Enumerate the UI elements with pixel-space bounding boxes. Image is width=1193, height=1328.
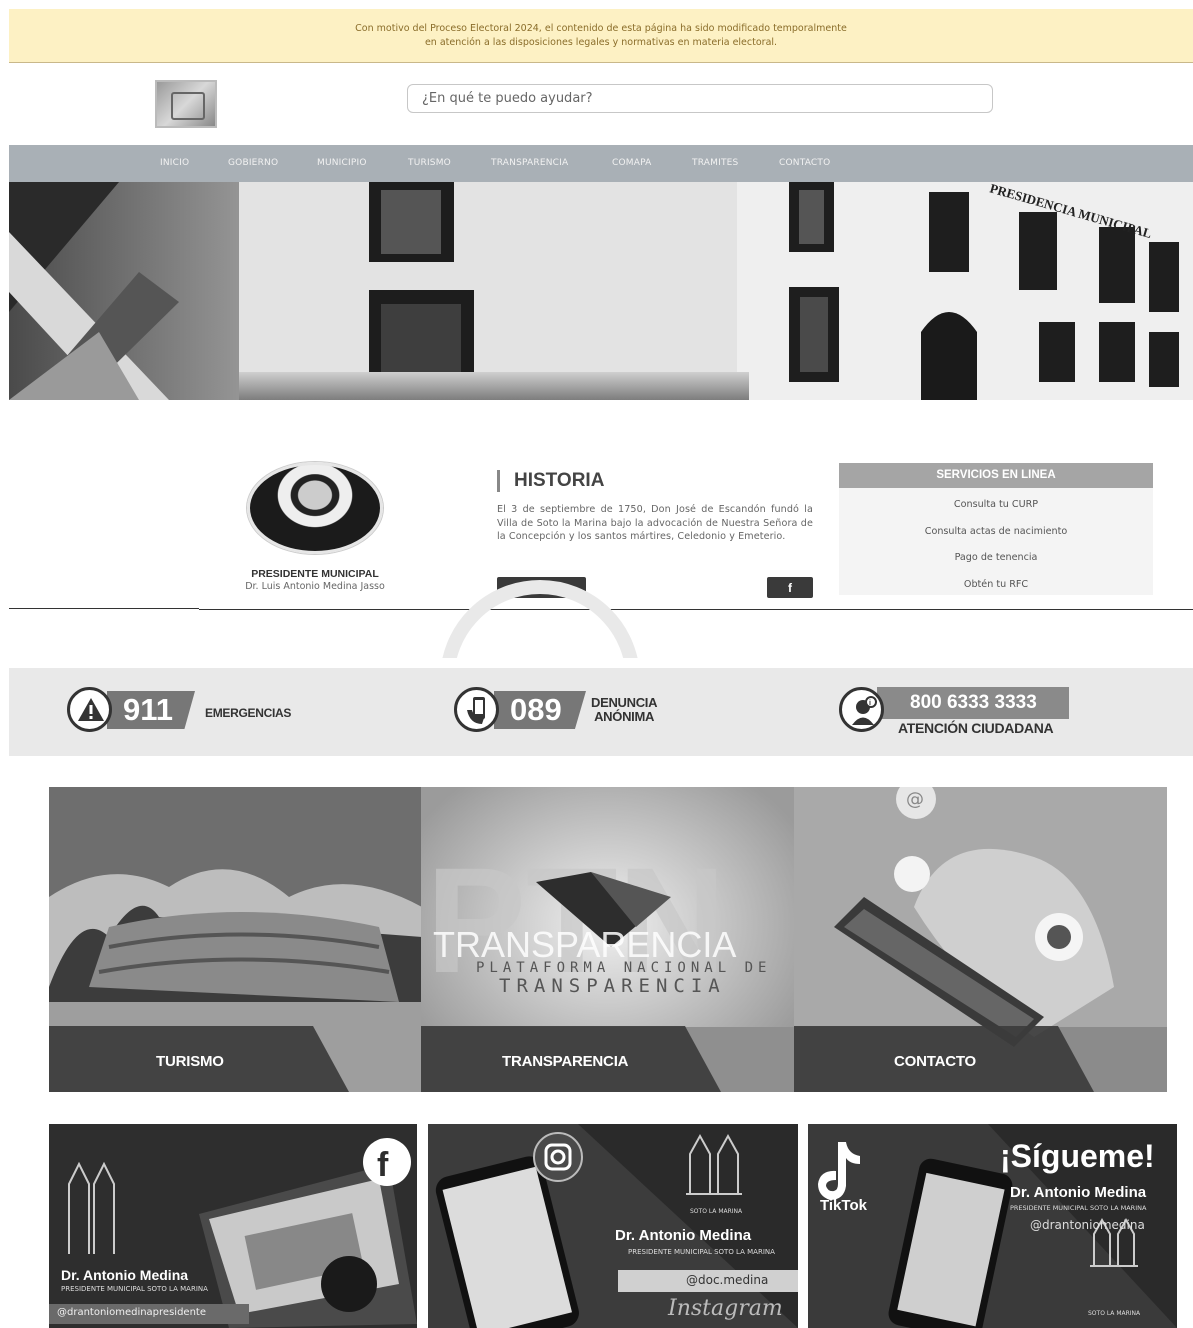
tiktok-logo-caption: SOTO LA MARINA	[1088, 1310, 1141, 1317]
notice-line-1: Con motivo del Proceso Electoral 2024, e…	[355, 23, 847, 34]
facebook-share-button[interactable]: f	[767, 577, 813, 598]
nav-item-gobierno[interactable]: GOBIERNO	[228, 158, 278, 168]
ptn-watermark-word: TRANSPARENCIA	[433, 924, 736, 965]
facebook-name: Dr. Antonio Medina	[61, 1267, 189, 1283]
emergency-label: EMERGENCIAS	[205, 706, 292, 720]
president-card: PRESIDENTE MUNICIPAL Dr. Luis Antonio Me…	[227, 462, 403, 592]
citizen-label: ATENCIÓN CIUDADANA	[898, 720, 1054, 736]
instagram-wordmark: Instagram	[668, 1296, 783, 1321]
divider	[9, 608, 199, 609]
svg-text:@: @	[906, 789, 924, 810]
facebook-f-icon: f	[377, 1146, 389, 1184]
online-services-panel: SERVICIOS EN LINEA Consulta tu CURP Cons…	[839, 463, 1153, 595]
report-number: 089	[494, 691, 586, 729]
report-089[interactable]: 089 DENUNCIA ANÓNIMA	[454, 687, 714, 737]
service-link-birth-records[interactable]: Consulta actas de nacimiento	[839, 520, 1153, 547]
municipal-coat-of-arms-logo[interactable]	[155, 80, 217, 128]
facebook-card[interactable]: f Dr. Antonio Medina PRESIDENTE MUNICIPA…	[49, 1124, 417, 1328]
facebook-handle: @drantoniomedinapresidente	[57, 1307, 206, 1318]
nav-item-tramites[interactable]: TRAMITES	[692, 158, 738, 168]
svg-text:i: i	[869, 700, 871, 707]
emergency-numbers-strip: 911 EMERGENCIAS 089 DENUNCIA ANÓNIMA 800…	[9, 668, 1193, 756]
operator-headset-icon: i	[839, 687, 884, 732]
tiktok-subtitle: PRESIDENTE MUNICIPAL SOTO LA MARINA	[1010, 1204, 1147, 1212]
tile-transparencia[interactable]: PTN TRANSPARENCIA PLATAFORMA NACIONAL DE…	[421, 787, 794, 1092]
tiktok-name: Dr. Antonio Medina	[1010, 1184, 1147, 1201]
hero-graphic: PRESIDENCIA MUNICIPAL	[9, 182, 1193, 400]
ptn-subtitle: PLATAFORMA NACIONAL DE	[476, 960, 771, 976]
tile-turismo-label: TURISMO	[49, 1026, 349, 1092]
facebook-card-graphic: f	[49, 1124, 417, 1328]
instagram-subtitle: PRESIDENTE MUNICIPAL SOTO LA MARINA	[628, 1248, 775, 1256]
warning-triangle-icon	[67, 687, 112, 732]
emergency-number: 911	[107, 691, 195, 729]
tiktok-headline: ¡Sígueme!	[1000, 1138, 1155, 1174]
social-media-cards: f Dr. Antonio Medina PRESIDENTE MUNICIPA…	[0, 1124, 1193, 1328]
search-input[interactable]	[407, 84, 993, 113]
nav-item-municipio[interactable]: MUNICIPIO	[317, 158, 367, 168]
tile-turismo[interactable]: TURISMO	[49, 787, 422, 1092]
facebook-subtitle: PRESIDENTE MUNICIPAL SOTO LA MARINA	[61, 1285, 208, 1293]
citizen-number: 800 6333 3333	[877, 687, 1069, 719]
divider	[199, 609, 1193, 610]
hand-phone-icon	[454, 687, 499, 732]
feature-tiles: TURISMO PTN TRANSPARENCIA PLATAFORMA NAC…	[49, 787, 1167, 1092]
main-navigation: INICIO GOBIERNO MUNICIPIO TURISMO TRANSP…	[9, 145, 1193, 182]
tile-contacto[interactable]: @ CONTACTO	[794, 787, 1167, 1092]
nav-item-contacto[interactable]: CONTACTO	[779, 158, 830, 168]
historia-section: HISTORIA El 3 de septiembre de 1750, Don…	[497, 470, 813, 598]
watermark-arc	[420, 540, 670, 658]
emergency-911[interactable]: 911 EMERGENCIAS	[67, 687, 307, 737]
service-link-tenencia[interactable]: Pago de tenencia	[839, 546, 1153, 573]
tiktok-wordmark: TikTok	[820, 1197, 867, 1214]
report-label: DENUNCIA ANÓNIMA	[591, 695, 658, 724]
instagram-name: Dr. Antonio Medina	[615, 1227, 752, 1244]
hero-image-municipal-building: PRESIDENCIA MUNICIPAL	[9, 182, 1193, 400]
nav-item-transparencia[interactable]: TRANSPARENCIA	[491, 158, 568, 168]
nav-item-inicio[interactable]: INICIO	[160, 158, 189, 168]
instagram-handle: @doc.medina	[686, 1273, 769, 1287]
tile-contacto-label: CONTACTO	[794, 1026, 1094, 1092]
online-services-title: SERVICIOS EN LINEA	[839, 463, 1153, 488]
service-link-rfc[interactable]: Obtén tu RFC	[839, 573, 1153, 600]
tiktok-card[interactable]: TikTok ¡Sígueme! Dr. Antonio Medina PRES…	[808, 1124, 1177, 1328]
instagram-logo-caption: SOTO LA MARINA	[690, 1208, 743, 1215]
electoral-notice-banner: Con motivo del Proceso Electoral 2024, e…	[9, 9, 1193, 63]
nav-item-comapa[interactable]: COMAPA	[612, 158, 652, 168]
nav-item-turismo[interactable]: TURISMO	[408, 158, 451, 168]
report-label-line2: ANÓNIMA	[594, 709, 655, 724]
tile-transparencia-label: TRANSPARENCIA	[421, 1026, 721, 1092]
citizen-attention-line[interactable]: 800 6333 3333 i ATENCIÓN CIUDADANA	[839, 687, 1099, 737]
report-label-line1: DENUNCIA	[591, 695, 658, 710]
historia-text: El 3 de septiembre de 1750, Don José de …	[497, 504, 813, 542]
ptn-title: TRANSPARENCIA	[499, 975, 726, 997]
president-photo	[247, 462, 383, 554]
notice-line-2: en atención a las disposiciones legales …	[424, 37, 778, 48]
president-name: Dr. Luis Antonio Medina Jasso	[245, 581, 385, 592]
service-link-curp[interactable]: Consulta tu CURP	[839, 493, 1153, 520]
historia-title: HISTORIA	[497, 470, 813, 492]
tiktok-handle: @drantoniomedina	[1030, 1218, 1145, 1232]
president-title: PRESIDENTE MUNICIPAL	[251, 568, 379, 580]
instagram-card[interactable]: SOTO LA MARINA Dr. Antonio Medina PRESID…	[428, 1124, 798, 1328]
